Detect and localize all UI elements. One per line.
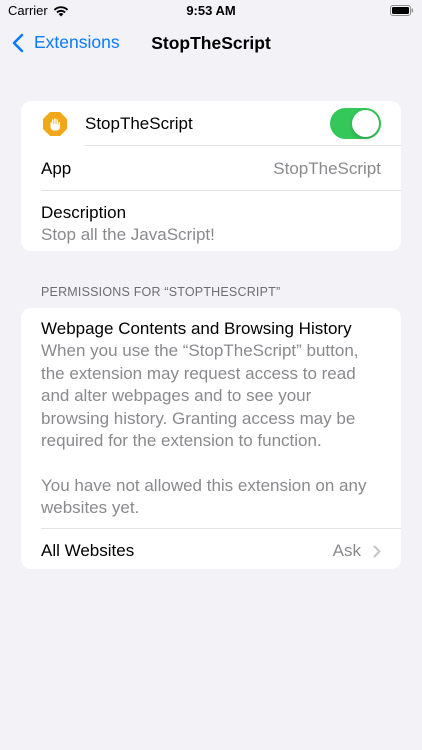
permissions-group: Webpage Contents and Browsing History Wh… [21, 308, 401, 569]
extension-info-group: StopTheScript App StopTheScript Descript… [21, 101, 401, 251]
extension-enabled-toggle[interactable] [330, 108, 381, 139]
app-row: App StopTheScript [21, 146, 401, 191]
permissions-description: Webpage Contents and Browsing History Wh… [21, 308, 401, 528]
extension-toggle-row: StopTheScript [21, 101, 401, 146]
chevron-right-icon [373, 545, 381, 557]
extension-name: StopTheScript [85, 113, 193, 133]
all-websites-row[interactable]: All Websites Ask [41, 527, 401, 570]
all-websites-label: All Websites [41, 540, 135, 560]
description-row: Description Stop all the JavaScript! [21, 191, 401, 251]
permissions-section-header: PERMISSIONS FOR “STOPTHESCRIPT” [41, 285, 281, 299]
permissions-note: You have not allowed this extension on a… [41, 475, 367, 518]
status-bar: Carrier 9:53 AM [0, 0, 422, 24]
description-value: Stop all the JavaScript! [41, 225, 215, 244]
toggle-knob [352, 110, 379, 137]
app-label: App [41, 158, 72, 178]
battery-icon [390, 5, 413, 16]
stop-hand-icon [41, 110, 69, 138]
permissions-title: Webpage Contents and Browsing History [41, 319, 352, 338]
clock: 9:53 AM [186, 3, 236, 18]
navigation-bar: Extensions StopTheScript [0, 24, 422, 64]
app-value: StopTheScript [273, 158, 381, 178]
all-websites-value: Ask [332, 540, 361, 560]
description-label: Description [41, 203, 127, 222]
permissions-body: When you use the “StopTheScript” button,… [41, 341, 359, 450]
page-title: StopTheScript [151, 33, 271, 53]
